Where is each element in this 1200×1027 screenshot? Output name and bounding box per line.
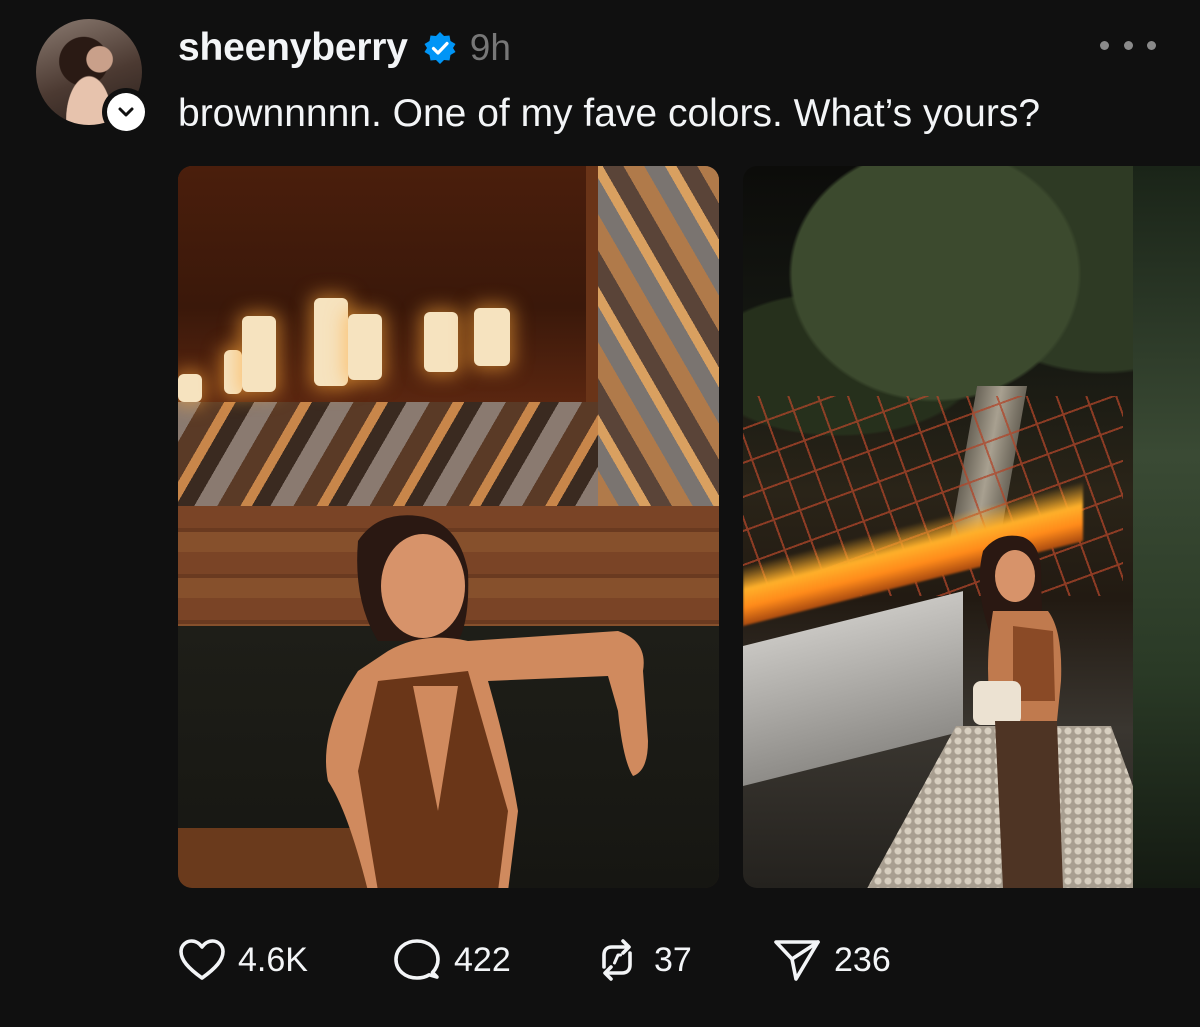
like-button[interactable]: 4.6K [178,937,308,983]
photo-wall-tiles [178,402,598,506]
photo-person [973,535,1063,888]
verified-badge-icon [424,32,456,64]
chevron-down-icon [118,107,134,117]
username[interactable]: sheenyberry [178,26,408,70]
like-count: 4.6K [238,940,308,979]
photo-plants [1133,166,1200,888]
more-options-icon[interactable] [1100,30,1156,60]
follow-button[interactable] [102,88,150,136]
post-caption: brownnnnn. One of my fave colors. What’s… [178,92,1041,135]
photo-person [326,515,648,888]
comment-bubble-icon [394,939,440,980]
repost-button[interactable]: 37 [592,937,692,983]
repost-icon [602,939,632,981]
photo-candle [474,308,510,366]
reply-button[interactable]: 422 [392,937,511,983]
post-photo-1[interactable] [178,166,719,888]
photo-candle [424,312,458,372]
photo-candle [178,374,202,402]
share-button[interactable]: 236 [772,937,891,983]
photo-candle [242,316,276,392]
more-dot [1123,40,1133,50]
post-photo-2[interactable] [743,166,1200,888]
post-timestamp: 9h [469,27,511,68]
photo-wall-tiles [598,166,719,506]
thread-post: sheenyberry 9h brownnnnn. One of my fave… [0,0,1200,1027]
share-count: 236 [834,940,891,979]
post-header: sheenyberry 9h [178,24,511,72]
photo-candle [224,350,242,394]
send-icon [774,940,820,981]
photo-candle [348,314,382,380]
reply-count: 422 [454,940,511,979]
photo-candle [314,298,348,386]
more-dot [1100,40,1109,50]
repost-count: 37 [654,940,692,979]
heart-icon [179,939,225,980]
more-dot [1147,40,1156,50]
